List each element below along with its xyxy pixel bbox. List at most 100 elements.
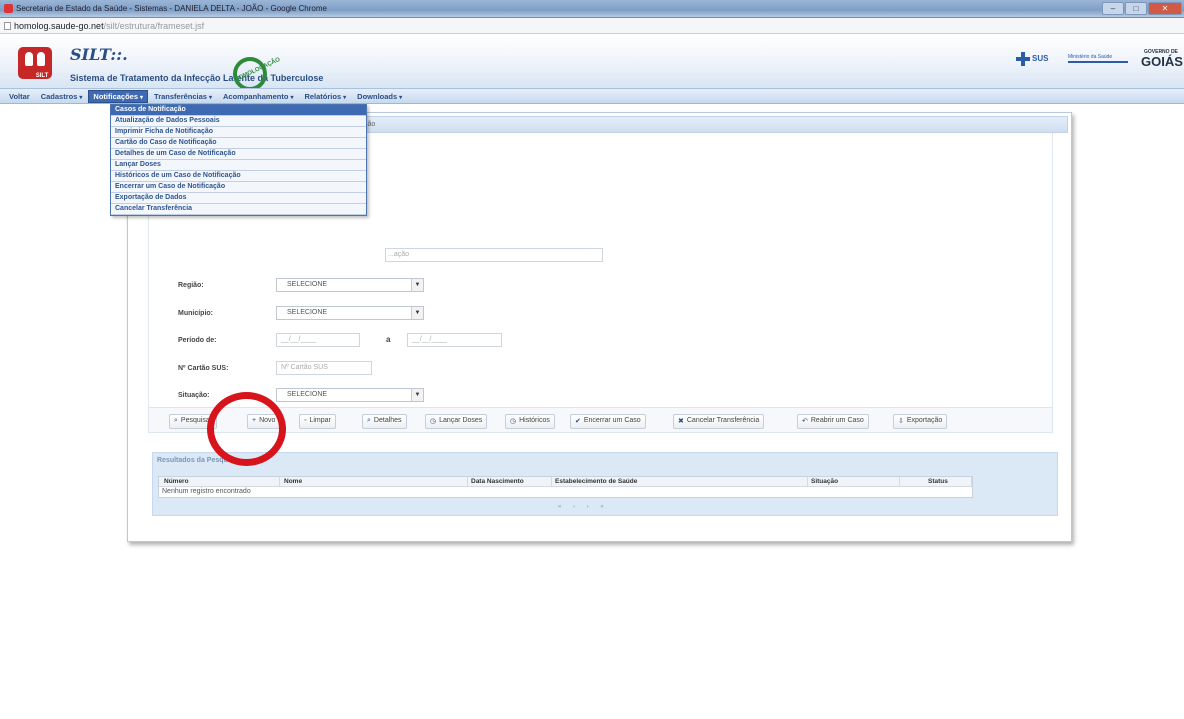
periodo-label: Período de: (178, 337, 217, 344)
cartao-sus-input[interactable]: Nº Cartão SUS (276, 361, 372, 375)
dropdown-item-3[interactable]: Cartão do Caso de Notificação (111, 138, 366, 149)
cartao-sus-placeholder: Nº Cartão SUS (281, 364, 328, 371)
action-button-2[interactable]: ◦ Limpar (299, 414, 336, 429)
app-banner: SILT SILT::. Sistema de Tratamento da In… (0, 35, 1184, 91)
dropdown-item-8[interactable]: Exportação de Dados (111, 193, 366, 204)
column-header[interactable]: Status (928, 478, 948, 485)
municipio-label: Município: (178, 310, 213, 317)
window-controls: – □ ✕ (1102, 2, 1182, 16)
results-table: Número Nome Data Nascimento Estabelecimento… (158, 476, 973, 498)
pagination[interactable]: « ‹ › » (558, 504, 609, 510)
periodo-to-placeholder: __/__/____ (412, 336, 448, 343)
chevron-down-icon[interactable]: ▼ (411, 307, 423, 319)
cancel-icon: ✖ (678, 418, 684, 425)
action-button-4[interactable]: ◷ Lançar Doses (425, 414, 488, 429)
action-button-label: Históricos (519, 417, 550, 424)
chevron-down-icon: ▾ (343, 94, 347, 101)
empty-message: Nenhum registro encontrado (162, 488, 251, 495)
reopen-icon: ↶ (802, 418, 808, 425)
window-titlebar: Secretaria de Estado da Saúde - Sistemas… (0, 0, 1184, 18)
menu-item-label: Acompanhamento (223, 91, 289, 101)
menu-item-label: Voltar (9, 91, 30, 101)
dropdown-item-5[interactable]: Lançar Doses (111, 160, 366, 171)
dropdown-item-0[interactable]: Casos de Notificação (111, 105, 366, 116)
column-header[interactable]: Data Nascimento (471, 478, 524, 485)
column-header[interactable]: Número (164, 478, 189, 485)
notificacoes-dropdown: Casos de Notificação Atualização de Dados… (110, 104, 367, 216)
results-panel: Resultados da Pesquisa Número Nome Data Na… (152, 452, 1058, 516)
action-button-label: Reabrir um Caso (810, 417, 864, 424)
url-host: homolog.saude-go.net (14, 21, 104, 31)
site-favicon-icon (4, 4, 13, 13)
dropdown-item-7[interactable]: Encerrar um Caso de Notificação (111, 182, 366, 193)
dropdown-item-4[interactable]: Detalhes de um Caso de Notificação (111, 149, 366, 160)
dropdown-item-9[interactable]: Cancelar Transferência (111, 204, 366, 215)
column-header[interactable]: Situação (811, 478, 838, 485)
action-button-label: Encerrar um Caso (583, 417, 641, 424)
details-icon: ⌕ (367, 417, 371, 424)
minimize-icon[interactable]: – (1102, 2, 1124, 15)
menu-item-5[interactable]: Relatórios ▾ (299, 90, 351, 103)
search-input[interactable]: ...ação (385, 248, 603, 262)
search-icon: ⌕ (174, 417, 178, 424)
chevron-down-icon[interactable]: ▼ (411, 389, 423, 401)
chevron-down-icon: ▾ (290, 94, 294, 101)
close-icon[interactable]: ✕ (1148, 2, 1182, 15)
action-button-3[interactable]: ⌕ Detalhes (362, 414, 407, 429)
chevron-down-icon: ▾ (208, 94, 212, 101)
menu-item-2[interactable]: Notificações ▾ (88, 89, 149, 103)
periodo-from-placeholder: __/__/____ (281, 336, 317, 343)
logo-text: SILT (35, 73, 49, 79)
menu-item-3[interactable]: Transferências ▾ (149, 90, 217, 103)
menu-item-label: Cadastros (40, 91, 78, 101)
main-menu-bar: Voltar Cadastros ▾ Notificações ▾ Transferênc… (0, 88, 1184, 104)
situacao-label: Situação: (178, 392, 210, 399)
menu-item-4[interactable]: Acompanhamento ▾ (218, 90, 298, 103)
chevron-down-icon: ▾ (140, 94, 144, 101)
dropdown-item-2[interactable]: Imprimir Ficha de Notificação (111, 127, 366, 138)
periodo-from-input[interactable]: __/__/____ (276, 333, 360, 347)
regiao-label: Região: (178, 282, 204, 289)
menu-item-1[interactable]: Cadastros ▾ (36, 90, 88, 103)
menu-item-6[interactable]: Downloads ▾ (352, 90, 407, 103)
chevron-down-icon[interactable]: ▼ (411, 279, 423, 291)
column-header[interactable]: Nome (284, 478, 302, 485)
action-button-9[interactable]: ⇩ Exportação (893, 414, 948, 429)
maximize-icon[interactable]: □ (1125, 2, 1147, 15)
action-button-8[interactable]: ↶ Reabrir um Caso (797, 414, 869, 429)
situacao-select[interactable]: SELECIONE ▼ (276, 388, 424, 402)
menu-item-label: Downloads (357, 91, 398, 101)
sus-cross-icon (1016, 52, 1030, 66)
dropdown-item-1[interactable]: Atualização de Dados Pessoais (111, 116, 366, 127)
address-bar[interactable]: homolog.saude-go.net/silt/estrutura/fram… (0, 18, 1184, 34)
browser-window: Secretaria de Estado da Saúde - Sistemas… (0, 0, 1184, 719)
export-icon: ⇩ (898, 418, 904, 425)
results-table-header: Número Nome Data Nascimento Estabelecimento… (159, 477, 972, 487)
menu-item-label: Relatórios (304, 91, 342, 101)
menu-item-0[interactable]: Voltar (4, 90, 35, 103)
window-title: Secretaria de Estado da Saúde - Sistemas… (16, 4, 327, 13)
action-button-7[interactable]: ✖ Cancelar Transferência (673, 414, 765, 429)
eraser-icon: ◦ (304, 417, 307, 424)
menu-item-label: Notificações (93, 91, 139, 101)
action-button-6[interactable]: ✔ Encerrar um Caso (570, 414, 646, 429)
periodo-to-input[interactable]: __/__/____ (407, 333, 502, 347)
column-divider (899, 477, 900, 487)
system-subtitle: Sistema de Tratamento da Infecção Latent… (70, 73, 324, 83)
system-name: SILT::. (70, 45, 128, 64)
column-header[interactable]: Estabelecimento de Saúde (555, 478, 637, 485)
action-button-5[interactable]: ◷ Históricos (505, 414, 555, 429)
dropdown-item-6[interactable]: Históricos de um Caso de Notificação (111, 171, 366, 182)
sus-label: SUS (1032, 54, 1049, 63)
column-divider (551, 477, 552, 487)
url-text[interactable]: homolog.saude-go.net/silt/estrutura/fram… (14, 21, 204, 31)
goias-logo: GOIÁS (1141, 54, 1183, 69)
municipio-select[interactable]: SELECIONE ▼ (276, 306, 424, 320)
column-divider (279, 477, 280, 487)
regiao-select[interactable]: SELECIONE ▼ (276, 278, 424, 292)
url-path: /silt/estrutura/frameset.jsf (103, 21, 205, 31)
column-divider (971, 477, 972, 487)
situacao-select-value: SELECIONE (287, 391, 328, 398)
periodo-separator: a (386, 335, 391, 344)
column-divider (807, 477, 808, 487)
